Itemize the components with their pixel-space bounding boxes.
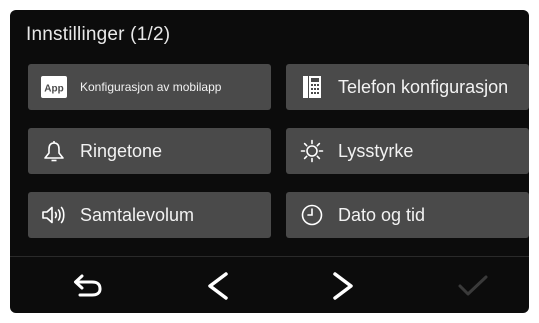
back-button[interactable] [58, 266, 118, 306]
chevron-right-icon [333, 272, 353, 300]
previous-page-button[interactable] [188, 266, 248, 306]
settings-screen: Innstillinger (1/2) App Konfigurasjon av… [10, 10, 529, 313]
confirm-button[interactable] [443, 266, 503, 306]
next-page-button[interactable] [313, 266, 373, 306]
brightness-icon [299, 138, 325, 164]
bell-icon [41, 138, 67, 164]
app-icon: App [41, 74, 67, 100]
phone-config-button[interactable]: Telefon konfigurasjon [286, 64, 529, 110]
divider [10, 256, 529, 257]
clock-icon [299, 202, 325, 228]
ringtone-button[interactable]: Ringetone [28, 128, 271, 174]
page-title: Innstillinger (1/2) [26, 24, 171, 45]
call-volume-button[interactable]: Samtalevolum [28, 192, 271, 238]
mobile-app-config-label: Konfigurasjon av mobilapp [80, 80, 222, 94]
phone-config-label: Telefon konfigurasjon [338, 76, 509, 97]
speaker-icon [41, 202, 67, 228]
brightness-button[interactable]: Lysstyrke [286, 128, 529, 174]
chevron-left-icon [208, 272, 228, 300]
date-time-label: Dato og tid [338, 204, 426, 225]
back-arrow-icon [74, 274, 102, 297]
call-volume-label: Samtalevolum [80, 204, 195, 225]
checkmark-icon [458, 275, 488, 296]
ringtone-label: Ringetone [80, 140, 163, 161]
phone-icon [299, 74, 325, 100]
brightness-label: Lysstyrke [338, 140, 414, 161]
date-time-button[interactable]: Dato og tid [286, 192, 529, 238]
svg-text:App: App [44, 84, 63, 95]
mobile-app-config-button[interactable]: App Konfigurasjon av mobilapp [28, 64, 271, 110]
